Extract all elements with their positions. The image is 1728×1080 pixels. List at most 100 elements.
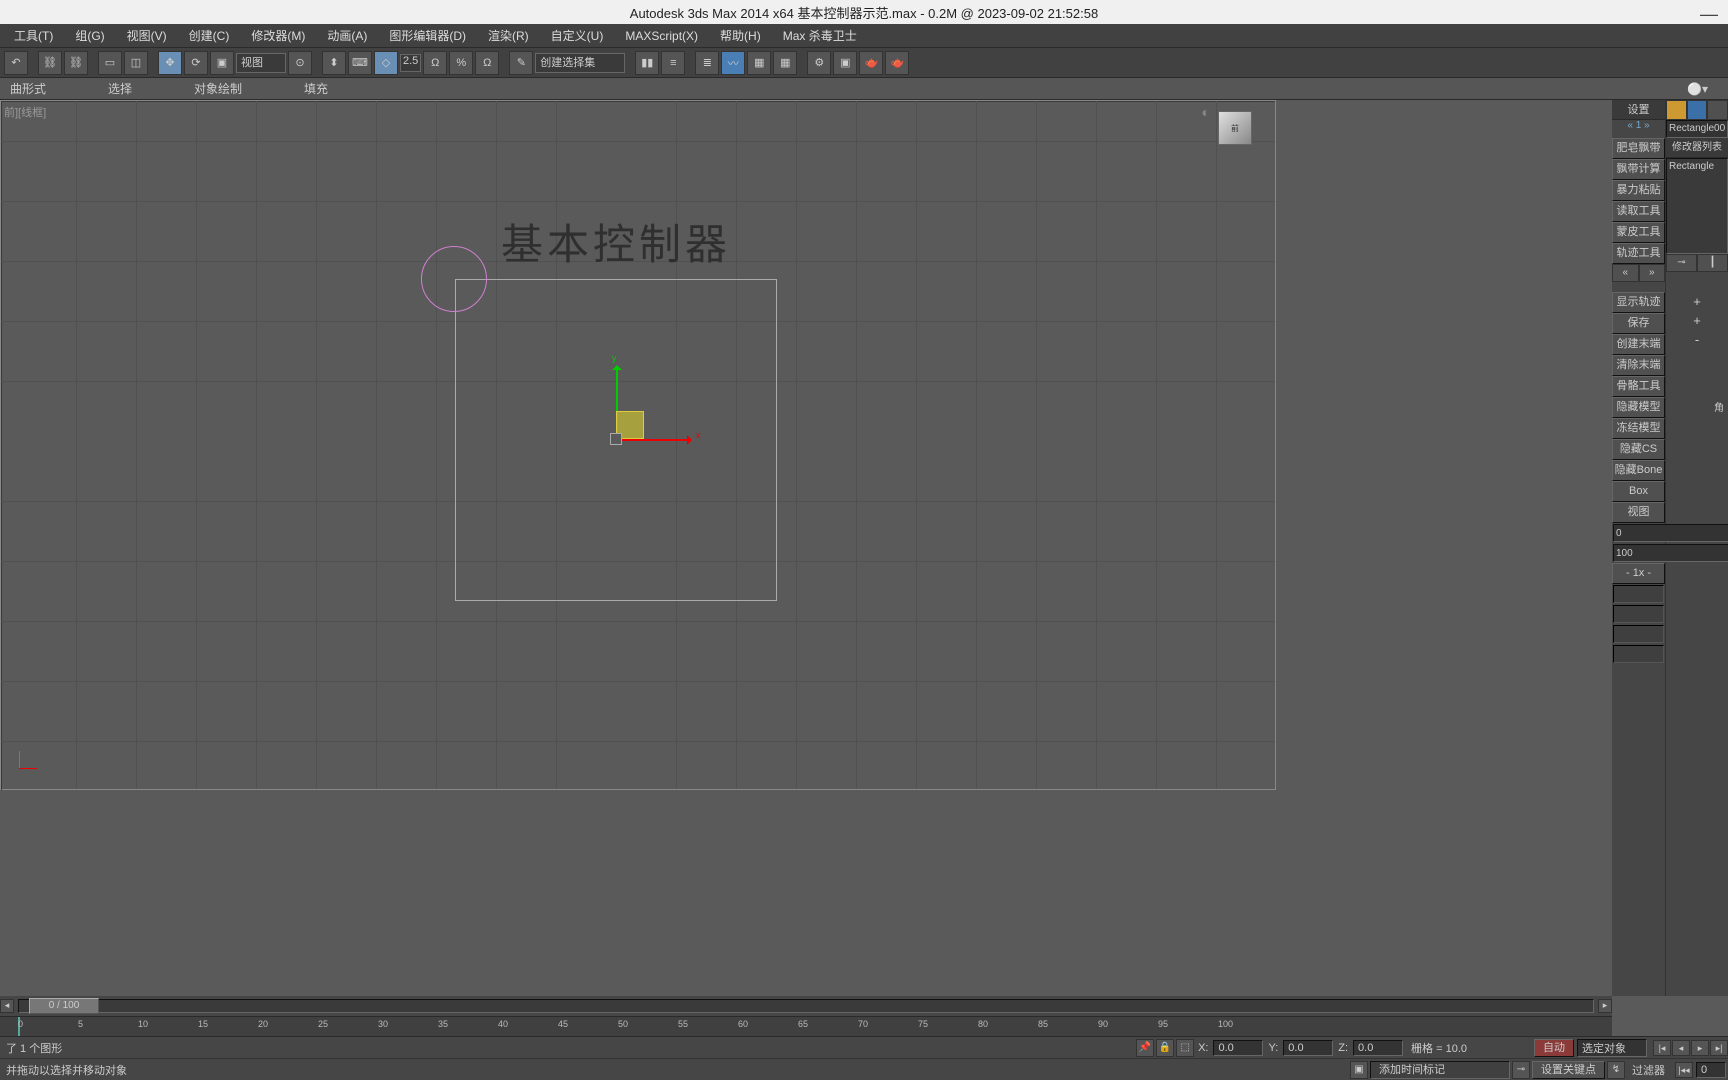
viewcube[interactable]: 前 <box>1205 107 1265 167</box>
menu-group[interactable]: 组(G) <box>65 24 114 47</box>
modify-tab-icon[interactable] <box>1687 100 1708 120</box>
show-end-icon[interactable]: ┃ <box>1697 254 1728 272</box>
minimize-icon[interactable]: — <box>1700 4 1718 25</box>
menu-render[interactable]: 渲染(R) <box>478 24 539 47</box>
hierarchy-tab-icon[interactable] <box>1707 100 1728 120</box>
unlink-button[interactable]: ⛓ <box>64 51 88 75</box>
btn-save[interactable]: 保存 <box>1612 313 1665 334</box>
pin-stack-icon[interactable]: ⊸ <box>1666 254 1697 272</box>
keyboard-shortcut-button[interactable]: ⌨ <box>348 51 372 75</box>
nav-next[interactable]: » <box>1639 264 1666 282</box>
minus-icon[interactable]: - <box>1666 330 1728 349</box>
ribbon-tab-select[interactable]: 选择 <box>102 78 138 99</box>
key-prev-button[interactable]: |◂◂ <box>1675 1062 1693 1078</box>
filter-label[interactable]: 过滤器 <box>1626 1062 1671 1078</box>
btn-skin-tool[interactable]: 蒙皮工具 <box>1612 222 1665 243</box>
layer-button[interactable]: ≣ <box>695 51 719 75</box>
align-button[interactable]: ≡ <box>661 51 685 75</box>
play-button[interactable]: ▸ <box>1691 1040 1709 1056</box>
time-track[interactable]: 0 / 100 <box>18 999 1594 1013</box>
btn-read-tool[interactable]: 读取工具 <box>1612 201 1665 222</box>
schematic-button[interactable]: ▦ <box>747 51 771 75</box>
undo-button[interactable]: ↶ <box>4 51 28 75</box>
btn-hide-bone[interactable]: 隐藏Bone <box>1612 460 1665 481</box>
gizmo-center[interactable] <box>610 433 622 445</box>
menu-antivirus[interactable]: Max 杀毒卫士 <box>773 24 867 47</box>
auto-key-button[interactable]: 自动 <box>1534 1039 1574 1057</box>
percent-snap-button[interactable]: % <box>449 51 473 75</box>
mirror-button[interactable]: ▮▮ <box>635 51 659 75</box>
plus-icon-1[interactable]: + <box>1666 292 1728 311</box>
key-icon[interactable]: ⊸ <box>1512 1061 1530 1079</box>
scale-button[interactable]: ▣ <box>210 51 234 75</box>
rotate-button[interactable]: ⟳ <box>184 51 208 75</box>
spinner-snap-button[interactable]: Ω <box>475 51 499 75</box>
btn-freeze-model[interactable]: 冻结模型 <box>1612 418 1665 439</box>
render-frame-button[interactable]: ▣ <box>833 51 857 75</box>
set-key-button[interactable]: 设置关键点 <box>1532 1061 1605 1079</box>
render-button[interactable]: 🫖 <box>885 51 909 75</box>
btn-ribbon1[interactable]: 肥皂飘带 <box>1612 138 1665 159</box>
current-frame-field[interactable]: 0 <box>1696 1062 1726 1078</box>
btn-traj-tool[interactable]: 轨迹工具 <box>1612 243 1665 264</box>
y-coord-field[interactable]: 0.0 <box>1283 1040 1333 1056</box>
time-thumb[interactable]: 0 / 100 <box>29 998 99 1014</box>
menu-animation[interactable]: 动画(A) <box>317 24 377 47</box>
select-window-button[interactable]: ◫ <box>124 51 148 75</box>
stack-item[interactable]: Rectangle <box>1669 161 1725 172</box>
menu-modifier[interactable]: 修改器(M) <box>241 24 315 47</box>
material-button[interactable]: ▦ <box>773 51 797 75</box>
btn-force-paste[interactable]: 暴力粘贴 <box>1612 180 1665 201</box>
menu-graph[interactable]: 图形编辑器(D) <box>379 24 476 47</box>
next-frame-button[interactable]: ▸| <box>1710 1040 1728 1056</box>
btn-hide-cs[interactable]: 隐藏CS <box>1612 439 1665 460</box>
ribbon-tab-fill[interactable]: 填充 <box>298 78 334 99</box>
time-prev-icon[interactable]: ◂ <box>0 999 14 1013</box>
named-sel-button[interactable]: ✎ <box>509 51 533 75</box>
teapot-icon[interactable]: 🫖 <box>859 51 883 75</box>
btn-rate[interactable]: - 1x - <box>1612 563 1665 584</box>
viewport-front[interactable]: 前][线框] 基本控制器 y x ◐ 前 <box>0 100 1276 790</box>
plus-icon-2[interactable]: + <box>1666 311 1728 330</box>
render-setup-button[interactable]: ⚙ <box>807 51 831 75</box>
x-coord-field[interactable]: 0.0 <box>1213 1040 1263 1056</box>
btn-ribbon-calc[interactable]: 飘带计算 <box>1612 159 1665 180</box>
move-button[interactable]: ✥ <box>158 51 182 75</box>
menu-view[interactable]: 视图(V) <box>117 24 177 47</box>
add-time-tag-button[interactable]: 添加时间标记 <box>1370 1061 1510 1079</box>
menu-help[interactable]: 帮助(H) <box>710 24 771 47</box>
create-tab-icon[interactable] <box>1666 100 1687 120</box>
z-coord-field[interactable]: 0.0 <box>1353 1040 1403 1056</box>
select-manipulate-button[interactable]: ⬍ <box>322 51 346 75</box>
ribbon-toggle-icon[interactable]: ⚪▾ <box>1687 82 1708 96</box>
btn-bone-tool[interactable]: 骨骼工具 <box>1612 376 1665 397</box>
btn-show-traj[interactable]: 显示轨迹 <box>1612 292 1665 313</box>
select-rect-button[interactable]: ▭ <box>98 51 122 75</box>
btn-hide-model[interactable]: 隐藏模型 <box>1612 397 1665 418</box>
angle-snap-button[interactable]: Ω <box>423 51 447 75</box>
ribbon-tab-paint[interactable]: 对象绘制 <box>188 78 248 99</box>
viewcube-face[interactable]: 前 <box>1218 111 1252 145</box>
menu-customize[interactable]: 自定义(U) <box>541 24 614 47</box>
btn-clear-end[interactable]: 清除末端 <box>1612 355 1665 376</box>
pivot-button[interactable]: ⊙ <box>288 51 312 75</box>
ref-coord-dropdown[interactable]: 视图 <box>236 53 286 73</box>
time-slider[interactable]: ◂ 0 / 100 ▸ <box>0 996 1612 1016</box>
key-mode-icon[interactable]: ↯ <box>1607 1061 1625 1079</box>
ribbon-tab-poly[interactable]: 曲形式 <box>4 78 52 99</box>
tag-icon[interactable]: 📌 <box>1136 1039 1154 1057</box>
modifier-stack[interactable]: Rectangle <box>1666 158 1728 254</box>
menu-tools[interactable]: 工具(T) <box>4 24 63 47</box>
key-filter-dropdown[interactable]: 选定对象 <box>1577 1039 1647 1057</box>
time-tag-icon[interactable]: ▣ <box>1350 1061 1368 1079</box>
menu-maxscript[interactable]: MAXScript(X) <box>615 26 708 46</box>
btn-create-end[interactable]: 创建末端 <box>1612 334 1665 355</box>
track-bar[interactable]: 0 5 10 15 20 25 30 35 40 45 50 55 60 65 … <box>0 1016 1612 1036</box>
gizmo-x-axis[interactable] <box>616 439 691 441</box>
link-button[interactable]: ⛓ <box>38 51 62 75</box>
isolate-icon[interactable]: ⬚ <box>1176 1039 1194 1057</box>
selection-set-dropdown[interactable]: 创建选择集 <box>535 53 625 73</box>
prev-frame-button[interactable]: ◂ <box>1672 1040 1690 1056</box>
goto-start-button[interactable]: |◂ <box>1653 1040 1671 1056</box>
menu-create[interactable]: 创建(C) <box>179 24 240 47</box>
